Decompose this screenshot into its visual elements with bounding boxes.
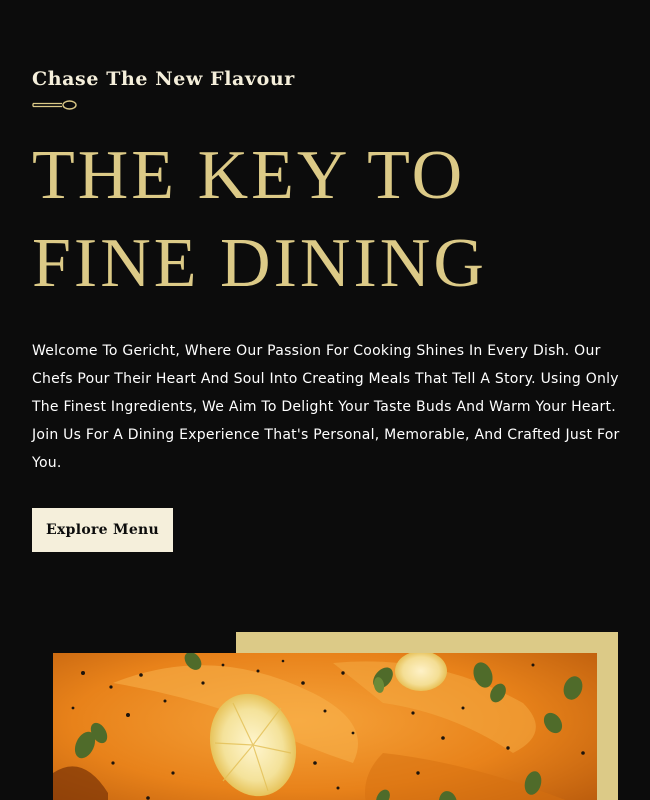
spoon-divider-icon [32, 100, 77, 110]
explore-menu-button[interactable]: Explore Menu [32, 508, 173, 552]
hero-subtitle: Chase The New Flavour [32, 68, 295, 90]
headline-line-1: THE KEY TO [32, 137, 466, 214]
hero-headline: THE KEY TO FINE DINING [32, 132, 487, 308]
hero-section: Chase The New Flavour THE KEY TO FINE DI… [0, 0, 650, 800]
hero-description: Welcome To Gericht, Where Our Passion Fo… [32, 343, 620, 471]
dish-image [53, 653, 597, 800]
headline-line-2: FINE DINING [32, 225, 487, 302]
